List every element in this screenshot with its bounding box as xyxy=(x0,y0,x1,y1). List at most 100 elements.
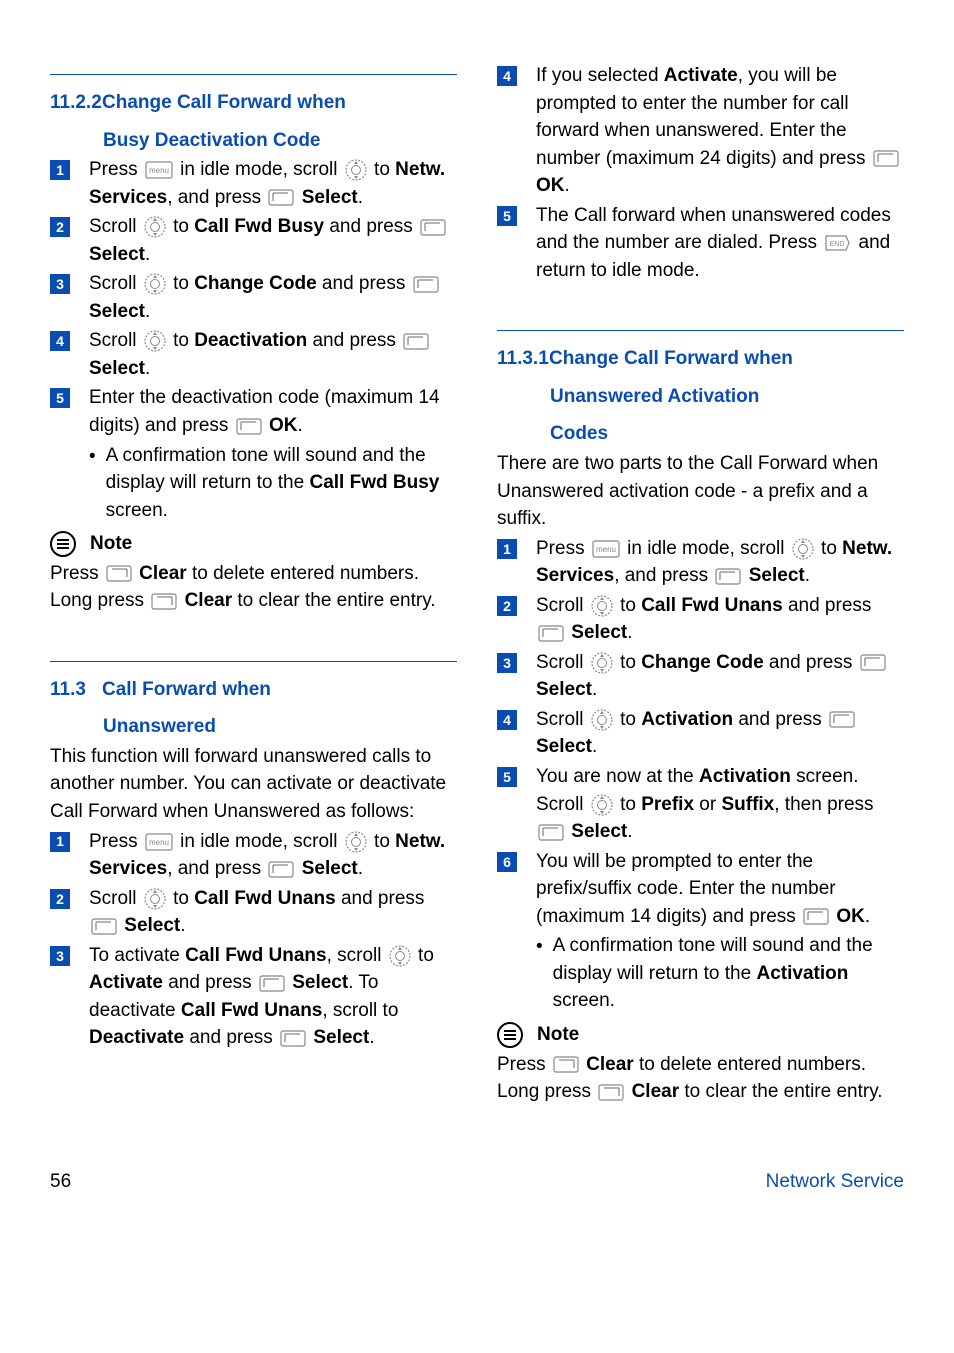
step-number-badge: 2 xyxy=(50,889,70,909)
left-softkey-icon xyxy=(803,908,829,925)
step-number-badge: 1 xyxy=(50,832,70,852)
left-softkey-icon xyxy=(91,918,117,935)
step-number-badge: 3 xyxy=(50,946,70,966)
step-text: Press in idle mode, scroll to Netw. Serv… xyxy=(536,535,904,590)
substep-1122: • A confirmation tone will sound and the… xyxy=(89,442,457,525)
nav-key-icon xyxy=(591,794,613,816)
note-icon xyxy=(50,531,76,557)
steps-113: 1 Press in idle mode, scroll to Netw. Ser… xyxy=(50,828,457,1052)
step-text: Scroll to Deactivation and press Select. xyxy=(89,327,457,382)
left-softkey-icon xyxy=(236,418,262,435)
numbered-step: 3 Scroll to Change Code and press Select. xyxy=(50,270,457,325)
bullet-icon: • xyxy=(89,443,96,525)
left-softkey-icon xyxy=(268,861,294,878)
step-number-badge: 4 xyxy=(50,331,70,351)
nav-key-icon xyxy=(144,330,166,352)
nav-key-icon xyxy=(345,159,367,181)
numbered-step: 6 You will be prompted to enter the prefi… xyxy=(497,848,904,931)
step-text: Scroll to Change Code and press Select. xyxy=(89,270,457,325)
numbered-step: 2 Scroll to Call Fwd Unans and press Sele… xyxy=(497,592,904,647)
numbered-step: 3 To activate Call Fwd Unans, scroll to A… xyxy=(50,942,457,1052)
nav-key-icon xyxy=(144,888,166,910)
bullet-icon: • xyxy=(536,933,543,1015)
left-softkey-icon xyxy=(268,189,294,206)
step-text: To activate Call Fwd Unans, scroll to Ac… xyxy=(89,942,457,1052)
step-number-badge: 5 xyxy=(50,388,70,408)
section-rule xyxy=(50,661,457,662)
numbered-step: 5 You are now at the Activation screen. S… xyxy=(497,763,904,846)
step-number-badge: 1 xyxy=(50,160,70,180)
numbered-step: 2 Scroll to Call Fwd Busy and press Selec… xyxy=(50,213,457,268)
section-heading-113-l2: Unanswered xyxy=(103,705,457,741)
step-text: Scroll to Activation and press Select. xyxy=(536,706,904,761)
right-softkey-icon xyxy=(151,593,177,610)
step-number-badge: 4 xyxy=(497,710,517,730)
note-heading: Note xyxy=(50,530,457,558)
step-number-badge: 3 xyxy=(497,653,517,673)
left-softkey-icon xyxy=(873,150,899,167)
step-text: Press in idle mode, scroll to Netw. Serv… xyxy=(89,828,457,883)
left-softkey-icon xyxy=(538,625,564,642)
menu-key-icon xyxy=(592,540,620,558)
steps-1122: 1Press in idle mode, scroll to Netw. Ser… xyxy=(50,156,457,439)
numbered-step: 4 Scroll to Activation and press Select. xyxy=(497,706,904,761)
numbered-step: 1 Press in idle mode, scroll to Netw. Ser… xyxy=(497,535,904,590)
section-heading-1122-l2: Busy Deactivation Code xyxy=(103,119,457,155)
section-heading-1131-l2: Unanswered Activation xyxy=(550,375,904,411)
left-softkey-icon xyxy=(715,568,741,585)
numbered-step: 5The Call forward when unanswered codes … xyxy=(497,202,904,285)
substep-1131: • A confirmation tone will sound and the… xyxy=(536,932,904,1015)
step-text: Scroll to Call Fwd Busy and press Select… xyxy=(89,213,457,268)
step-number-badge: 2 xyxy=(497,596,517,616)
step-number-badge: 6 xyxy=(497,852,517,872)
step-number-badge: 3 xyxy=(50,274,70,294)
section-heading-113: 11.3Call Forward when xyxy=(50,668,457,704)
steps-113-cont: 4 If you selected Activate, you will be p… xyxy=(497,62,904,284)
left-column: 11.2.2Change Call Forward when Busy Deac… xyxy=(50,60,457,1108)
note-body: Press Clear to delete entered numbers. L… xyxy=(497,1051,904,1106)
note-body: Press Clear to delete entered numbers. L… xyxy=(50,560,457,615)
section-rule xyxy=(50,74,457,75)
step-number-badge: 4 xyxy=(497,66,517,86)
step-number-badge: 5 xyxy=(497,767,517,787)
section-rule xyxy=(497,330,904,331)
step-text: Scroll to Call Fwd Unans and press Selec… xyxy=(536,592,904,647)
menu-key-icon xyxy=(145,833,173,851)
numbered-step: 2 Scroll to Call Fwd Unans and press Sele… xyxy=(50,885,457,940)
chapter-label: Network Service xyxy=(766,1168,904,1196)
nav-key-icon xyxy=(591,709,613,731)
nav-key-icon xyxy=(792,538,814,560)
step-number-badge: 1 xyxy=(497,539,517,559)
end-key-icon xyxy=(824,234,851,252)
page-columns: 11.2.2Change Call Forward when Busy Deac… xyxy=(50,60,904,1108)
section-heading-1131: 11.3.1Change Call Forward when xyxy=(497,337,904,373)
step-text: If you selected Activate, you will be pr… xyxy=(536,62,904,200)
step-text: You are now at the Activation screen. Sc… xyxy=(536,763,904,846)
intro-1131: There are two parts to the Call Forward … xyxy=(497,450,904,533)
step-text: Scroll to Change Code and press Select. xyxy=(536,649,904,704)
step-text: You will be prompted to enter the prefix… xyxy=(536,848,904,931)
right-column: 4 If you selected Activate, you will be p… xyxy=(497,60,904,1108)
nav-key-icon xyxy=(591,652,613,674)
left-softkey-icon xyxy=(538,824,564,841)
step-number-badge: 5 xyxy=(497,206,517,226)
right-softkey-icon xyxy=(106,565,132,582)
left-softkey-icon xyxy=(259,975,285,992)
note-heading: Note xyxy=(497,1021,904,1049)
nav-key-icon xyxy=(144,216,166,238)
step-text: Scroll to Call Fwd Unans and press Selec… xyxy=(89,885,457,940)
nav-key-icon xyxy=(144,273,166,295)
intro-113: This function will forward unanswered ca… xyxy=(50,743,457,826)
left-softkey-icon xyxy=(420,219,446,236)
numbered-step: 1 Press in idle mode, scroll to Netw. Ser… xyxy=(50,828,457,883)
right-softkey-icon xyxy=(598,1084,624,1101)
section-heading-1131-l3: Codes xyxy=(550,412,904,448)
nav-key-icon xyxy=(389,945,411,967)
nav-key-icon xyxy=(591,595,613,617)
section-heading-1122: 11.2.2Change Call Forward when xyxy=(50,81,457,117)
numbered-step: 1Press in idle mode, scroll to Netw. Ser… xyxy=(50,156,457,211)
numbered-step: 4 If you selected Activate, you will be p… xyxy=(497,62,904,200)
step-number-badge: 2 xyxy=(50,217,70,237)
right-softkey-icon xyxy=(553,1056,579,1073)
page-number: 56 xyxy=(50,1168,71,1196)
